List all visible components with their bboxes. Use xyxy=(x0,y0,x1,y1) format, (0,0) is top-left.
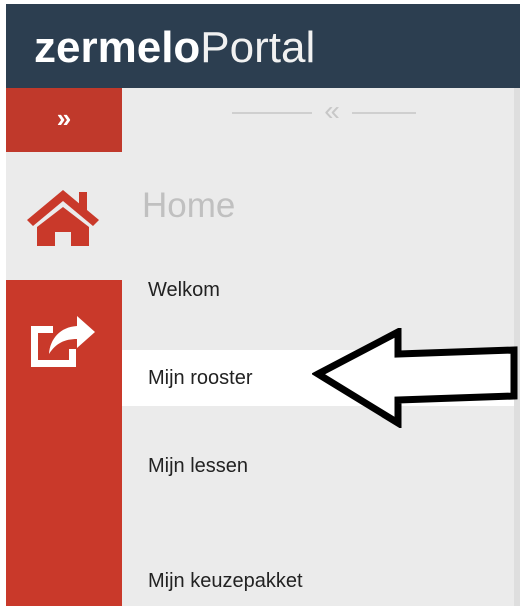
logo-light-text: Portal xyxy=(200,23,316,72)
divider-line-right xyxy=(352,112,416,114)
home-icon xyxy=(27,190,99,246)
menu-item-welkom[interactable]: Welkom xyxy=(122,262,520,318)
menu-item-label: Mijn rooster xyxy=(148,367,253,389)
section-title: Home xyxy=(142,186,236,225)
menu-item-label: Mijn lessen xyxy=(148,455,249,477)
icon-sidebar: » xyxy=(6,88,122,606)
expand-sidebar-button[interactable]: » xyxy=(6,88,122,152)
divider-line-left xyxy=(232,112,312,114)
pointer-arrow-annotation xyxy=(312,328,518,428)
app-header: zermeloPortal xyxy=(6,4,520,88)
sidebar-item-home[interactable] xyxy=(6,152,122,280)
logo-bold-text: zermelo xyxy=(34,23,201,72)
collapse-menu-button[interactable]: « xyxy=(122,88,520,152)
menu-item-label: Mijn keuzepakket xyxy=(148,570,303,592)
menu-item-mijn-keuzepakket[interactable]: Mijn keuzepakket xyxy=(122,553,520,606)
double-chevron-left-icon: « xyxy=(324,95,340,126)
zermelo-portal-logo[interactable]: zermeloPortal xyxy=(34,22,315,74)
share-icon xyxy=(31,316,95,367)
menu-item-mijn-lessen[interactable]: Mijn lessen xyxy=(122,438,520,494)
app-window: zermeloPortal » « Home Welkom Mijn roost… xyxy=(6,4,520,606)
menu-item-label: Welkom xyxy=(148,279,220,301)
sidebar-item-share[interactable] xyxy=(6,280,122,408)
